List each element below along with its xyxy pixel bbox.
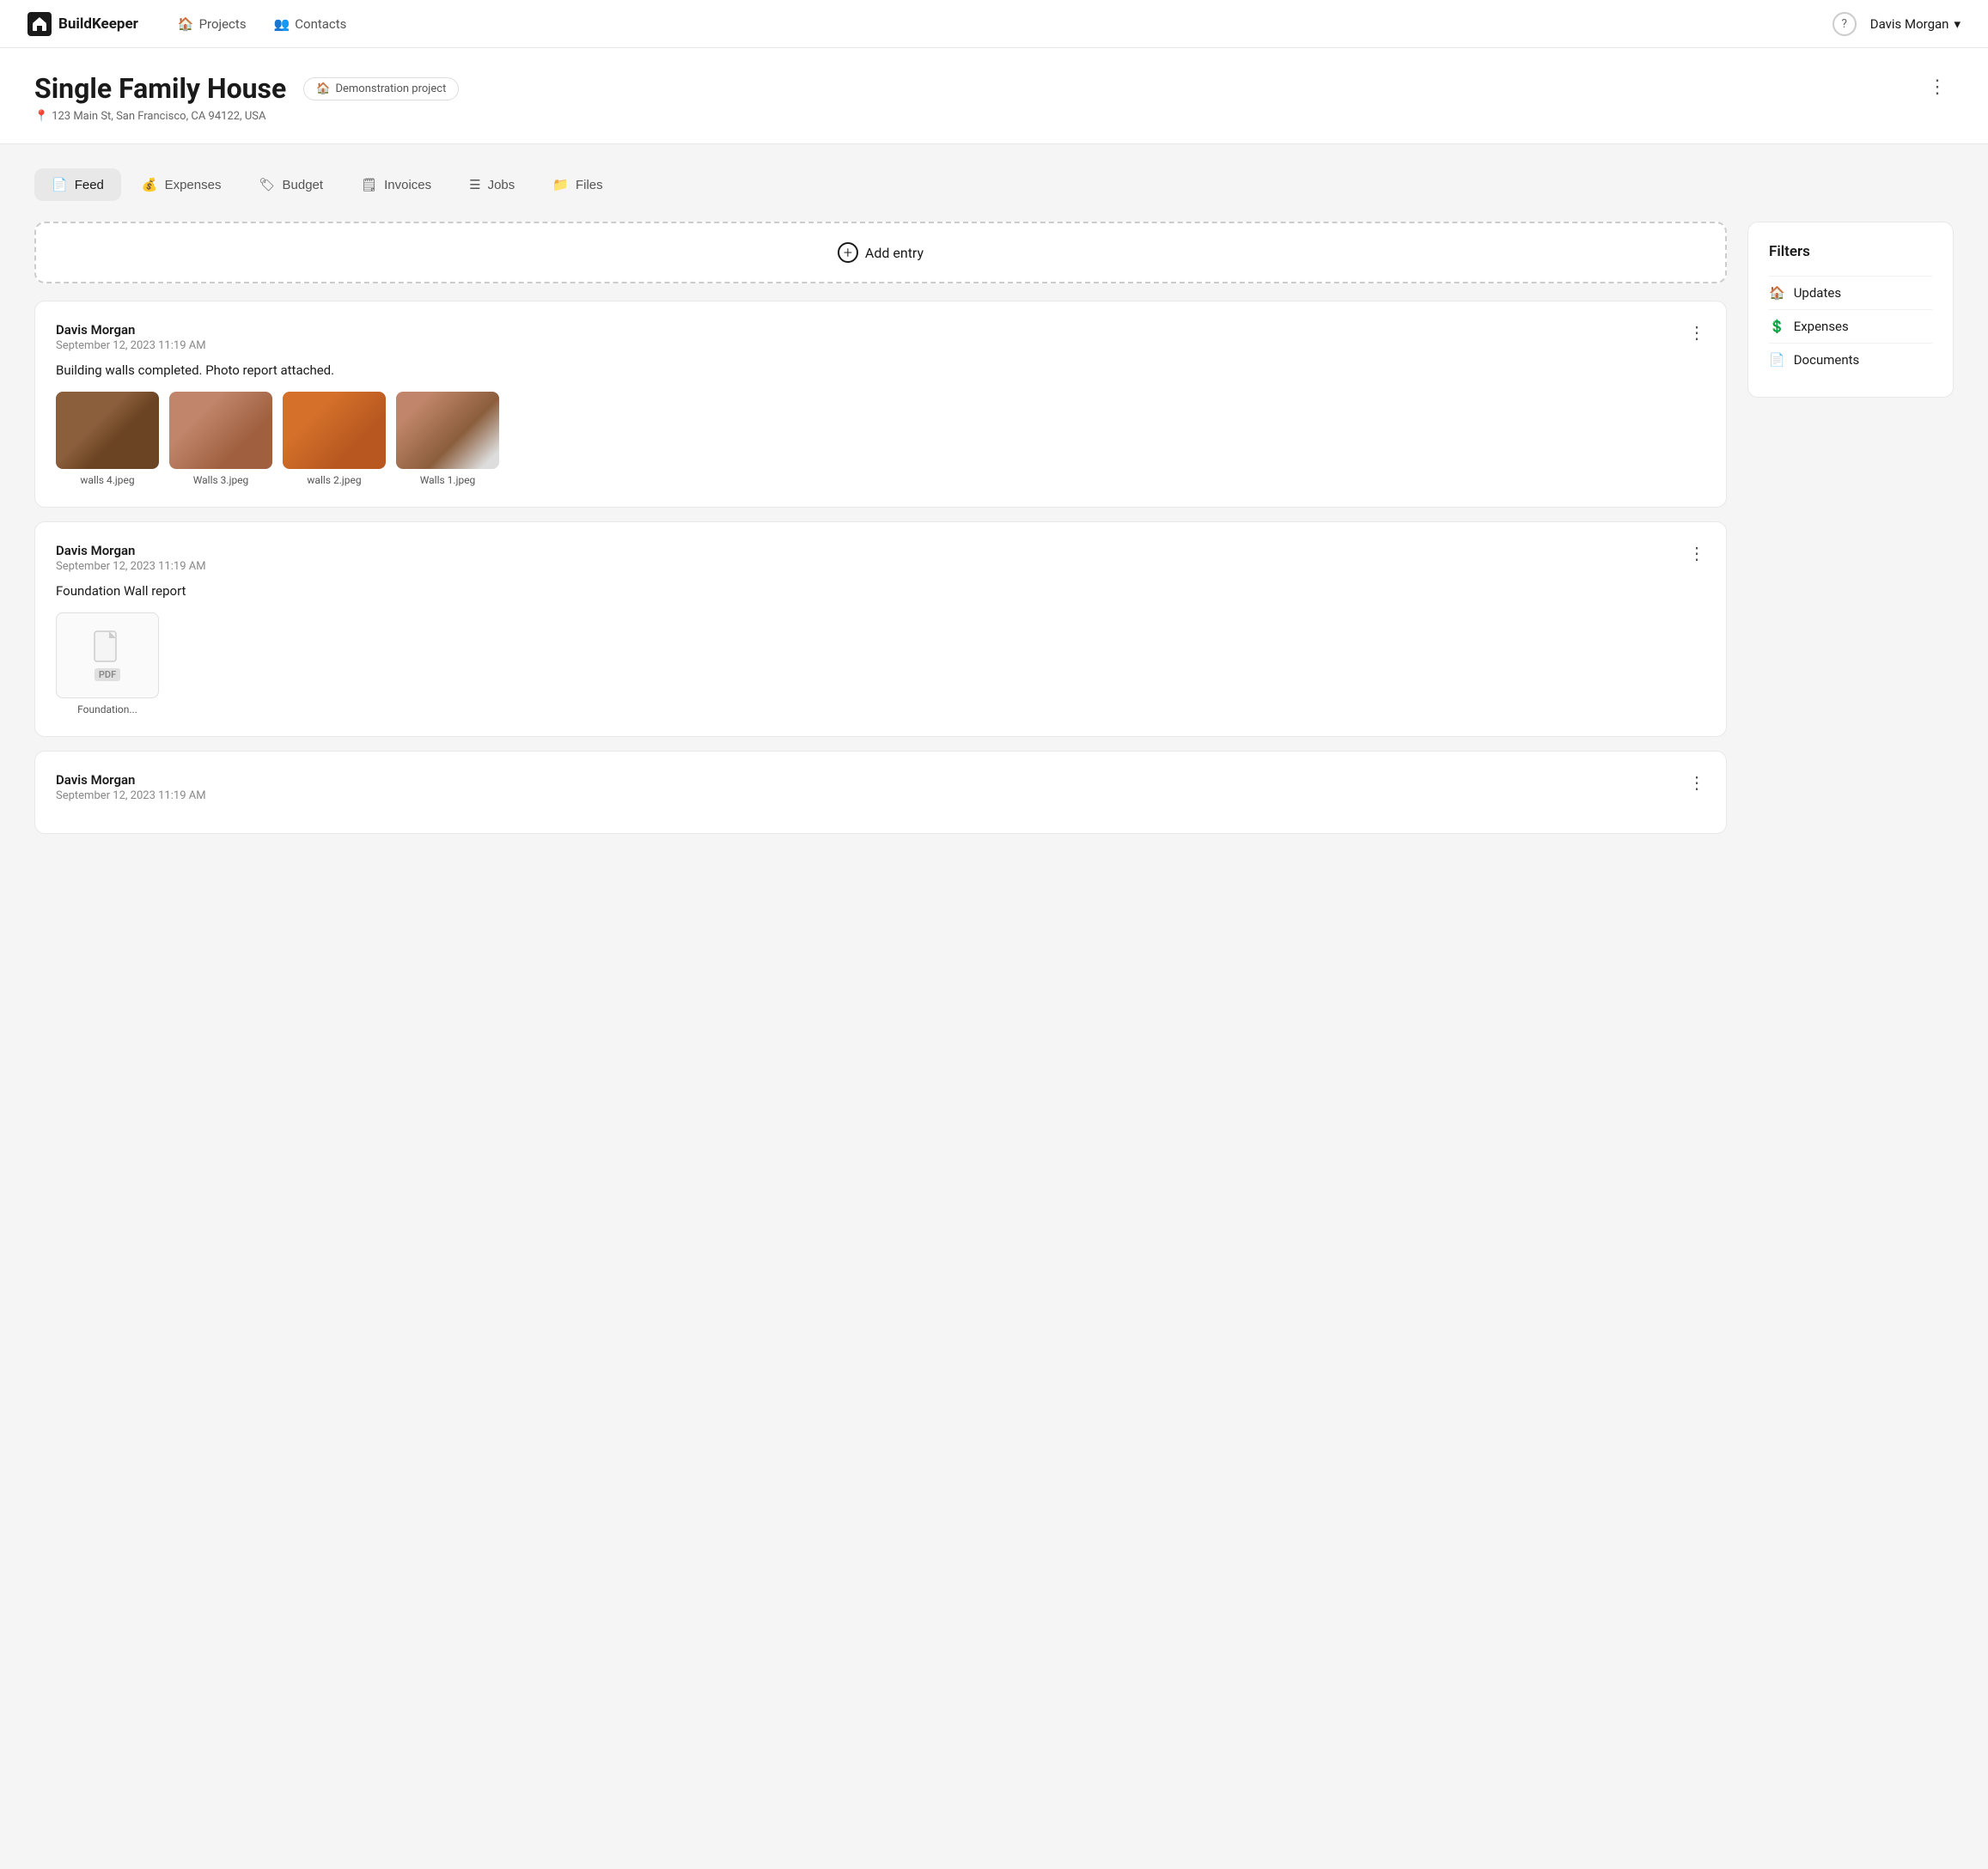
navbar: BuildKeeper 🏠 Projects 👥 Contacts ? Davi… xyxy=(0,0,1988,48)
feed-tab-icon: 📄 xyxy=(52,177,68,192)
project-title-row: Single Family House 📍 123 Main St, San F… xyxy=(34,72,1954,123)
feed-card-2: Davis Morgan September 12, 2023 11:19 AM… xyxy=(34,521,1727,737)
feed-area: + Add entry Davis Morgan September 12, 2… xyxy=(34,222,1727,848)
card-3-user-info: Davis Morgan September 12, 2023 11:19 AM xyxy=(56,772,206,802)
image-thumb-1 xyxy=(56,392,159,469)
pdf-label: PDF xyxy=(95,668,120,681)
files-tab-icon: 📁 xyxy=(552,177,569,192)
jobs-tab-icon: ☰ xyxy=(469,177,480,192)
card-1-text: Building walls completed. Photo report a… xyxy=(56,362,1705,378)
card-2-header: Davis Morgan September 12, 2023 11:19 AM… xyxy=(56,543,1705,573)
card-3-header: Davis Morgan September 12, 2023 11:19 AM… xyxy=(56,772,1705,802)
nav-links: 🏠 Projects 👥 Contacts xyxy=(166,9,1832,39)
user-menu[interactable]: Davis Morgan ▾ xyxy=(1870,16,1961,32)
tab-expenses[interactable]: 💰 Expenses xyxy=(125,168,239,201)
demonstration-badge[interactable]: 🏠 Demonstration project xyxy=(303,77,459,100)
filter-updates[interactable]: 🏠 Updates xyxy=(1769,277,1932,309)
attachment-pdf[interactable]: PDF Foundation... xyxy=(56,612,159,715)
card-2-time: September 12, 2023 11:19 AM xyxy=(56,560,206,573)
expenses-dollar-icon: 💲 xyxy=(1769,319,1785,334)
image-name-4: Walls 1.jpeg xyxy=(396,474,499,486)
card-2-more-button[interactable]: ⋮ xyxy=(1688,543,1705,564)
image-thumb-2 xyxy=(169,392,272,469)
user-name: Davis Morgan xyxy=(1870,16,1949,32)
feed-card-3: Davis Morgan September 12, 2023 11:19 AM… xyxy=(34,751,1727,834)
tab-budget[interactable]: 🏷 Budget xyxy=(241,168,340,201)
filters-title: Filters xyxy=(1769,243,1932,260)
updates-house-icon: 🏠 xyxy=(1769,285,1785,301)
tab-files[interactable]: 📁 Files xyxy=(535,168,619,201)
invoices-tab-icon: 🗒 xyxy=(361,177,377,192)
project-address: 📍 123 Main St, San Francisco, CA 94122, … xyxy=(34,110,286,123)
attachment-box: PDF xyxy=(56,612,159,698)
add-entry-icon: + xyxy=(838,242,858,263)
nav-projects[interactable]: 🏠 Projects xyxy=(166,9,259,39)
card-1-user-info: Davis Morgan September 12, 2023 11:19 AM xyxy=(56,322,206,352)
content-layout: + Add entry Davis Morgan September 12, 2… xyxy=(34,222,1954,848)
attachment-name: Foundation... xyxy=(56,703,159,715)
card-3-time: September 12, 2023 11:19 AM xyxy=(56,789,206,802)
nav-right: ? Davis Morgan ▾ xyxy=(1832,12,1961,36)
project-more-button[interactable]: ⋮ xyxy=(1921,72,1954,101)
contacts-icon: 👥 xyxy=(274,16,290,32)
nav-contacts[interactable]: 👥 Contacts xyxy=(262,9,359,39)
image-item-2[interactable]: Walls 3.jpeg xyxy=(169,392,272,486)
logo-icon xyxy=(27,12,52,36)
filters-sidebar: Filters 🏠 Updates 💲 Expenses 📄 Documents xyxy=(1747,222,1954,848)
chevron-down-icon: ▾ xyxy=(1954,16,1961,32)
title-left: Single Family House 📍 123 Main St, San F… xyxy=(34,72,459,123)
tab-invoices[interactable]: 🗒 Invoices xyxy=(344,168,448,201)
image-item-4[interactable]: Walls 1.jpeg xyxy=(396,392,499,486)
home-icon: 🏠 xyxy=(178,16,194,32)
brand-logo[interactable]: BuildKeeper xyxy=(27,12,138,36)
card-1-more-button[interactable]: ⋮ xyxy=(1688,322,1705,344)
help-button[interactable]: ? xyxy=(1832,12,1857,36)
image-name-1: walls 4.jpeg xyxy=(56,474,159,486)
card-1-user: Davis Morgan xyxy=(56,322,206,338)
add-entry-box[interactable]: + Add entry xyxy=(34,222,1727,283)
documents-doc-icon: 📄 xyxy=(1769,352,1785,368)
card-2-attachments: PDF Foundation... xyxy=(56,612,1705,715)
card-1-image-grid: walls 4.jpeg Walls 3.jpeg walls 2.jpeg xyxy=(56,392,1705,486)
image-thumb-3 xyxy=(283,392,386,469)
add-entry-button[interactable]: + Add entry xyxy=(838,242,924,263)
card-2-text: Foundation Wall report xyxy=(56,583,1705,599)
card-3-user: Davis Morgan xyxy=(56,772,206,788)
card-1-header: Davis Morgan September 12, 2023 11:19 AM… xyxy=(56,322,1705,352)
filter-expenses[interactable]: 💲 Expenses xyxy=(1769,310,1932,343)
project-title: Single Family House xyxy=(34,72,286,105)
image-name-2: Walls 3.jpeg xyxy=(169,474,272,486)
feed-card-1: Davis Morgan September 12, 2023 11:19 AM… xyxy=(34,301,1727,508)
card-1-time: September 12, 2023 11:19 AM xyxy=(56,339,206,352)
brand-name: BuildKeeper xyxy=(58,15,138,33)
filters-panel: Filters 🏠 Updates 💲 Expenses 📄 Documents xyxy=(1747,222,1954,398)
location-pin-icon: 📍 xyxy=(34,110,48,123)
image-item-3[interactable]: walls 2.jpeg xyxy=(283,392,386,486)
page-header: Single Family House 📍 123 Main St, San F… xyxy=(0,48,1988,144)
card-3-more-button[interactable]: ⋮ xyxy=(1688,772,1705,794)
tabs: 📄 Feed 💰 Expenses 🏷 Budget 🗒 Invoices ☰ … xyxy=(34,168,1954,201)
expenses-tab-icon: 💰 xyxy=(142,177,158,192)
tab-feed[interactable]: 📄 Feed xyxy=(34,168,121,201)
tab-jobs[interactable]: ☰ Jobs xyxy=(452,168,532,201)
badge-house-icon: 🏠 xyxy=(316,82,330,95)
image-thumb-4 xyxy=(396,392,499,469)
title-block: Single Family House 📍 123 Main St, San F… xyxy=(34,72,286,123)
filter-documents[interactable]: 📄 Documents xyxy=(1769,344,1932,376)
card-2-user-info: Davis Morgan September 12, 2023 11:19 AM xyxy=(56,543,206,573)
pdf-file-icon xyxy=(94,630,121,665)
image-item-1[interactable]: walls 4.jpeg xyxy=(56,392,159,486)
main-content: 📄 Feed 💰 Expenses 🏷 Budget 🗒 Invoices ☰ … xyxy=(0,144,1988,872)
budget-tab-icon: 🏷 xyxy=(259,177,275,192)
card-2-user: Davis Morgan xyxy=(56,543,206,558)
image-name-3: walls 2.jpeg xyxy=(283,474,386,486)
